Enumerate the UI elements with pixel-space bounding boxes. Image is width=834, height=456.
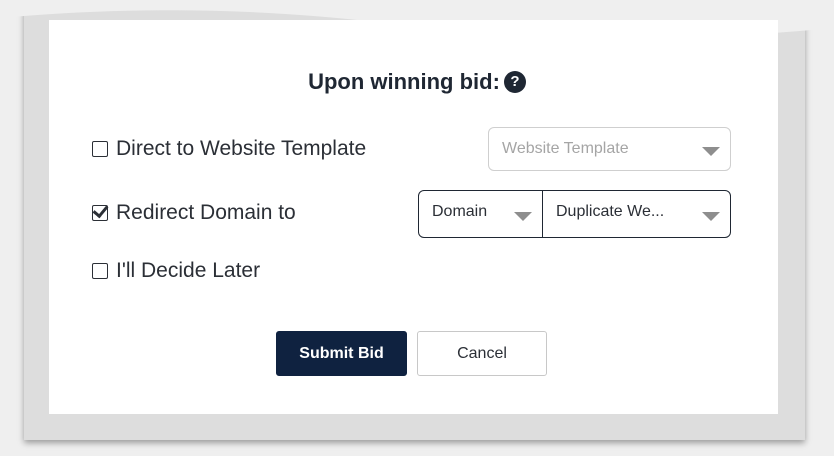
option-redirect-domain-label: Redirect Domain to: [116, 201, 296, 224]
website-template-placeholder: Website Template: [502, 140, 629, 157]
chevron-down-icon: [702, 212, 720, 221]
cancel-button[interactable]: Cancel: [417, 331, 547, 376]
website-template-select[interactable]: Website Template: [488, 127, 731, 171]
option-decide-later-label: I'll Decide Later: [116, 259, 261, 282]
option-direct-template[interactable]: Direct to Website Template: [92, 137, 366, 161]
option-decide-later[interactable]: I'll Decide Later: [92, 259, 260, 283]
chevron-down-icon: [514, 212, 532, 221]
title-text: Upon winning bid:: [308, 69, 500, 95]
domain-select[interactable]: Domain: [418, 190, 543, 238]
domain-select-value: Domain: [432, 203, 488, 220]
dialog-title: Upon winning bid:?: [0, 68, 834, 95]
duplicate-website-value: Duplicate We...: [556, 203, 665, 220]
duplicate-website-select[interactable]: Duplicate We...: [542, 190, 731, 238]
chevron-down-icon: [702, 147, 720, 156]
question-circle-icon[interactable]: ?: [503, 71, 526, 94]
checkbox-direct-template[interactable]: [92, 141, 108, 157]
option-redirect-domain[interactable]: Redirect Domain to: [92, 201, 296, 225]
submit-bid-button[interactable]: Submit Bid: [276, 331, 407, 376]
checkbox-redirect-domain[interactable]: [92, 205, 108, 221]
option-direct-template-label: Direct to Website Template: [116, 137, 367, 160]
checkbox-decide-later[interactable]: [92, 263, 108, 279]
